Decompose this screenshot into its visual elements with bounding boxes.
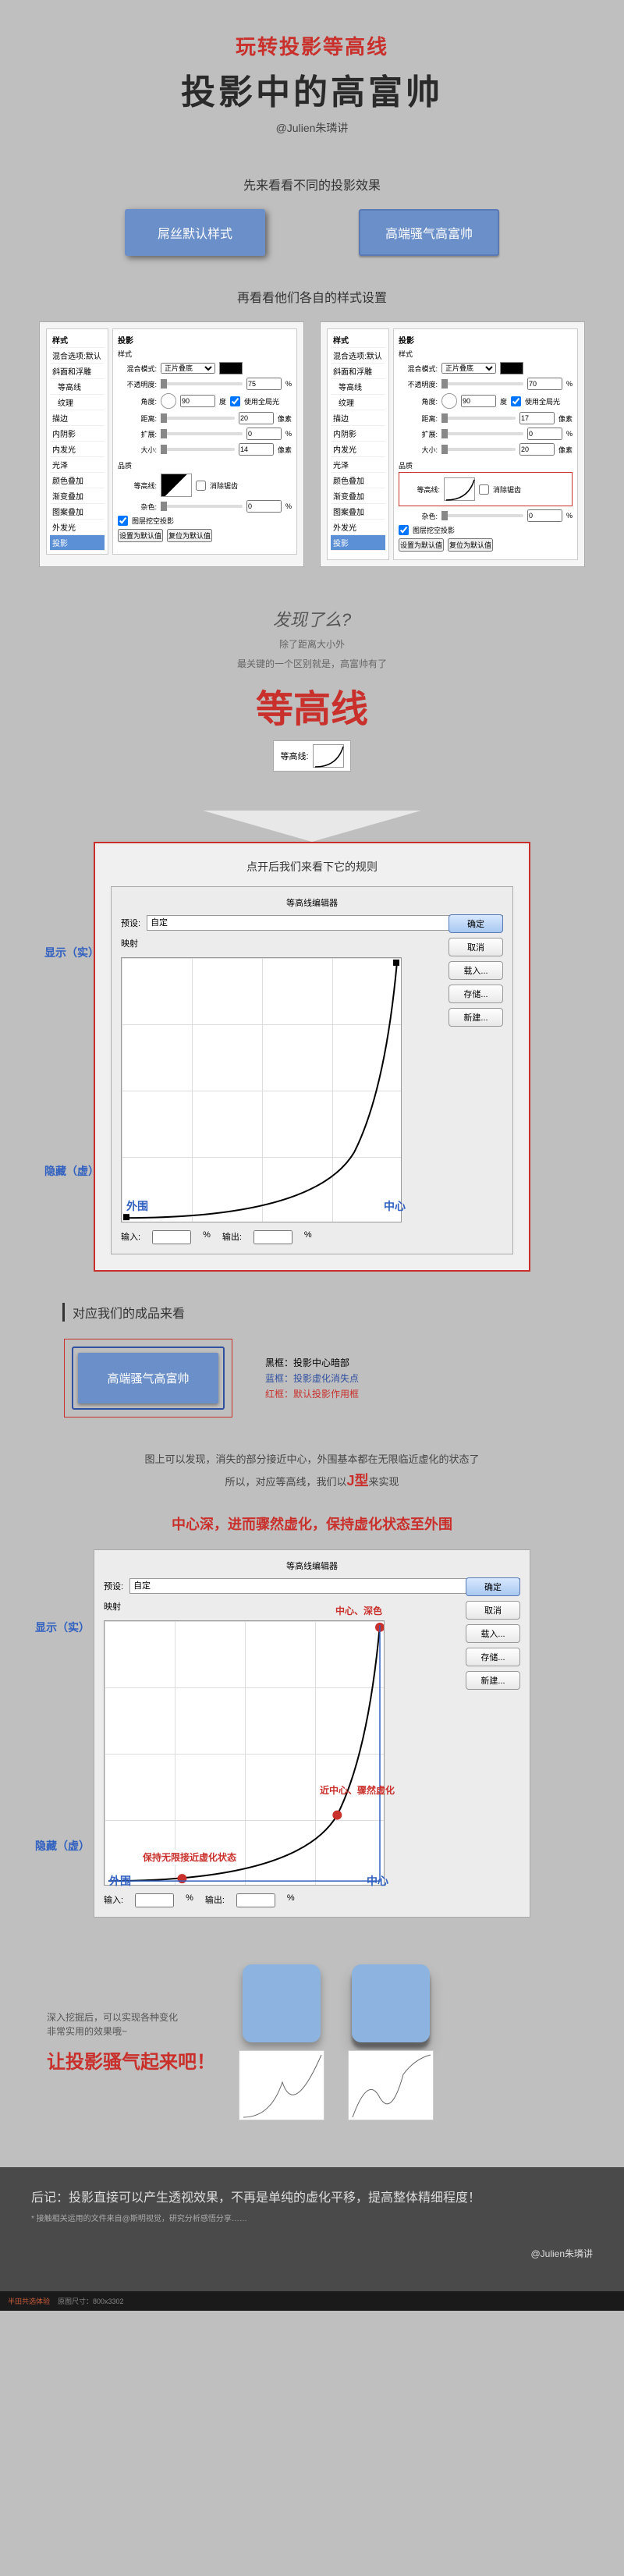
shadow-settings: 投影 样式 混合模式:正片叠底 不透明度:% 角度:度使用全局光 距离:像素 扩… bbox=[393, 328, 578, 560]
default-button[interactable]: 设置为默认值 bbox=[118, 529, 163, 542]
active-style-item[interactable]: 投影 bbox=[50, 535, 105, 551]
contour-editor-2: 等高线编辑器 预设:自定 确定 取消 载入... 存储... 新建... 映射 … bbox=[94, 1549, 530, 1918]
footer-author: @Julien朱璘讲 bbox=[31, 2247, 593, 2260]
editor-title: 点开后我们来看下它的规则 bbox=[111, 859, 513, 875]
arrow-down-icon bbox=[203, 811, 421, 842]
blend-select[interactable]: 正片叠底 bbox=[161, 363, 215, 374]
author: @Julien朱璘讲 bbox=[0, 120, 624, 136]
curve-canvas[interactable] bbox=[104, 1620, 385, 1886]
sample-box bbox=[243, 1964, 321, 2042]
contour-editor: 等高线编辑器 预设:自定 确定 取消 载入... 存储... 新建... 映射 … bbox=[111, 886, 513, 1254]
new-button[interactable]: 新建... bbox=[448, 1008, 503, 1027]
load-button[interactable]: 载入... bbox=[448, 961, 503, 980]
final-title: 让投影骚气起来吧！ bbox=[47, 2046, 215, 2074]
contour-thumb[interactable] bbox=[161, 474, 192, 497]
footer-sub: * 接触相关运用的文件来自@斯明视觉，研究分析感悟分享…… bbox=[31, 2212, 593, 2223]
example-fancy: 高端骚气高富帅 bbox=[359, 209, 499, 256]
example-default: 屌丝默认样式 bbox=[125, 209, 265, 256]
load-button[interactable]: 载入... bbox=[466, 1624, 520, 1643]
contour-big: 等高线 bbox=[0, 678, 624, 733]
contour-highlight: 等高线:消除锯齿 bbox=[399, 472, 573, 506]
section-title: 先来看看不同的投影效果 bbox=[0, 175, 624, 193]
ok-button[interactable]: 确定 bbox=[466, 1577, 520, 1596]
result-section: 对应我们的成品来看 高端骚气高富帅 黑框：投影中心暗部 蓝框：投影虚化消失点 红… bbox=[0, 1303, 624, 1419]
principle: 中心深，进而骤然虚化，保持虚化状态至外围 bbox=[0, 1513, 624, 1534]
final-section: 深入挖掘后，可以实现各种变化 非常实用的效果哦~ 让投影骚气起来吧！ bbox=[0, 1964, 624, 2120]
ok-button[interactable]: 确定 bbox=[448, 914, 503, 933]
examples-row: 屌丝默认样式 高端骚气高富帅 bbox=[0, 209, 624, 256]
footer: 后记：投影直接可以产生透视效果，不再是单纯的虚化平移，提高整体精细程度！ * 接… bbox=[0, 2167, 624, 2291]
global-light-check[interactable] bbox=[230, 396, 240, 406]
opacity-slider[interactable] bbox=[161, 382, 243, 385]
save-button[interactable]: 存储... bbox=[466, 1648, 520, 1666]
input-field[interactable] bbox=[152, 1230, 191, 1244]
panel-right-style: 样式 混合选项:默认 斜面和浮雕 等高线 纹理 描边 内阴影 内发光 光泽 颜色… bbox=[320, 321, 585, 567]
anno-outer: 外围 bbox=[126, 1198, 148, 1214]
footer-main: 后记：投影直接可以产生透视效果，不再是单纯的虚化平移，提高整体精细程度！ bbox=[31, 2187, 593, 2205]
result-legend: 黑框：投影中心暗部 蓝框：投影虚化消失点 红框：默认投影作用框 bbox=[265, 1354, 359, 1403]
sample-curve bbox=[239, 2050, 324, 2120]
subtitle: 玩转投影等高线 bbox=[0, 31, 624, 60]
anno-center: 中心 bbox=[384, 1198, 406, 1214]
curve-canvas[interactable] bbox=[121, 957, 402, 1222]
section-title: 再看看他们各自的样式设置 bbox=[0, 287, 624, 306]
header: 玩转投影等高线 投影中的高富帅 @Julien朱璘讲 bbox=[0, 0, 624, 151]
contour-editor-box: 点开后我们来看下它的规则 等高线编辑器 预设:自定 确定 取消 载入... 存储… bbox=[94, 842, 530, 1272]
discover: 发现了么? 除了距离大小外 最关键的一个区别就是，高富帅有了 等高线 等高线: bbox=[0, 606, 624, 772]
style-list: 样式 混合选项:默认 斜面和浮雕 等高线 纹理 描边 内阴影 内发光 光泽 颜色… bbox=[327, 328, 389, 560]
shadow-settings: 投影 样式 混合模式:正片叠底 不透明度:% 角度:度使用全局光 距离:像素 扩… bbox=[112, 328, 297, 555]
discover-q: 发现了么? bbox=[0, 606, 624, 631]
save-button[interactable]: 存储... bbox=[448, 985, 503, 1003]
contour-widget: 等高线: bbox=[273, 740, 350, 772]
sample-box bbox=[352, 1964, 430, 2042]
opacity-input[interactable] bbox=[246, 378, 282, 390]
main-title: 投影中的高富帅 bbox=[0, 64, 624, 114]
anno-hide: 隐藏（虚） bbox=[44, 1163, 99, 1179]
style-panels: 样式 混合选项:默认 斜面和浮雕 等高线 纹理 描边 内阴影 内发光 光泽 颜色… bbox=[0, 321, 624, 567]
panel-left-style: 样式 混合选项:默认 斜面和浮雕 等高线 纹理 描边 内阴影 内发光 光泽 颜色… bbox=[39, 321, 304, 567]
color-swatch[interactable] bbox=[219, 362, 243, 374]
explain-text: 图上可以发现，消失的部分接近中心，外围基本都在无限临近虚化的状态了 所以，对应等… bbox=[0, 1450, 624, 1494]
new-button[interactable]: 新建... bbox=[466, 1671, 520, 1690]
output-field[interactable] bbox=[254, 1230, 292, 1244]
jtype: J型 bbox=[346, 1473, 368, 1488]
cancel-button[interactable]: 取消 bbox=[448, 938, 503, 956]
reset-button[interactable]: 复位为默认值 bbox=[167, 529, 212, 542]
sample-curve bbox=[348, 2050, 434, 2120]
style-list: 样式 混合选项:默认 斜面和浮雕 等高线 纹理 描边 内阴影 内发光 光泽 颜色… bbox=[46, 328, 108, 555]
contour-thumb[interactable] bbox=[313, 744, 344, 768]
footer-bar: 半田共选体验 原图尺寸：800x3302 bbox=[0, 2291, 624, 2311]
result-title: 对应我们的成品来看 bbox=[62, 1303, 562, 1322]
cancel-button[interactable]: 取消 bbox=[466, 1601, 520, 1620]
angle-dial[interactable] bbox=[161, 393, 176, 409]
anno-show: 显示（实） bbox=[44, 945, 99, 960]
result-box: 高端骚气高富帅 bbox=[78, 1353, 218, 1403]
